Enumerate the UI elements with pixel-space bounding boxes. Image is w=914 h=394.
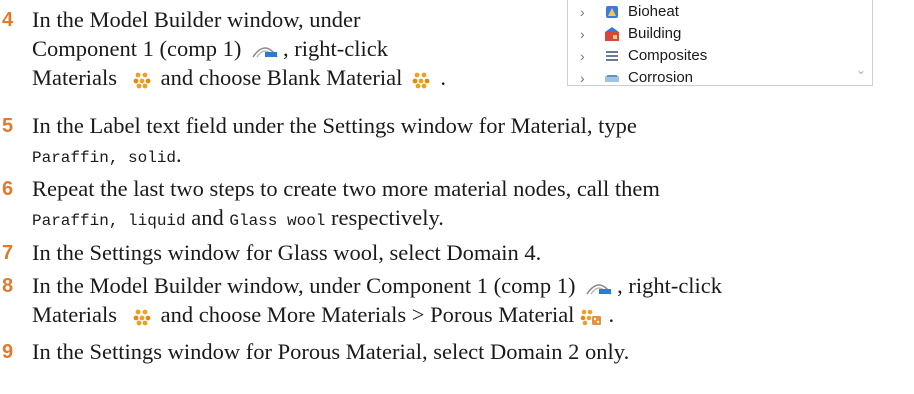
- materials-icon: [133, 309, 150, 326]
- composites-icon: [606, 51, 618, 61]
- step-text-line: Materials and choose More Materials > Po…: [32, 300, 722, 329]
- chevron-right-icon[interactable]: ›: [580, 45, 585, 67]
- step-text: .: [608, 302, 615, 327]
- step-text-line: Paraffin, liquid and Glass wool respecti…: [32, 203, 660, 232]
- tree-item-label: Composites: [628, 47, 708, 64]
- porous-material-icon: [581, 309, 602, 326]
- component-icon: [252, 47, 278, 58]
- tree-item-bioheat[interactable]: › Bioheat: [568, 1, 872, 23]
- step-text: and: [185, 205, 230, 230]
- step-text-line: In the Model Builder window, under Compo…: [32, 271, 722, 300]
- step-text: and choose More Materials > Porous Mater…: [160, 302, 575, 327]
- chevron-right-icon[interactable]: ›: [580, 23, 585, 45]
- step-number: 9: [2, 341, 14, 363]
- step-text-line: Component 1 (comp 1) , right-click: [32, 34, 446, 63]
- step-text: .: [176, 142, 182, 167]
- step-number: 4: [2, 9, 14, 31]
- step-text: In the Settings window for Glass wool, s…: [32, 240, 542, 265]
- step-text: and choose Blank Material: [160, 65, 403, 90]
- blank-material-icon: [413, 72, 430, 89]
- step-text: Materials: [32, 65, 117, 90]
- step-text: In the Model Builder window, under: [32, 7, 361, 32]
- step-text: Materials: [32, 302, 117, 327]
- corrosion-icon: [605, 75, 619, 82]
- step-text: , right-click: [617, 273, 723, 298]
- tree-item-building[interactable]: › Building: [568, 23, 872, 45]
- component-icon: [586, 284, 612, 295]
- chevron-right-icon[interactable]: ›: [580, 67, 585, 85]
- step-text: In the Settings window for Porous Materi…: [32, 339, 630, 364]
- code-text: Paraffin, liquid: [32, 212, 186, 230]
- step-text: , right-click: [282, 36, 388, 61]
- material-library-tree[interactable]: › Bioheat › Building › Composites › Corr…: [567, 0, 873, 86]
- tree-item-composites[interactable]: › Composites: [568, 45, 872, 67]
- step-number: 7: [2, 242, 14, 264]
- building-icon: [605, 27, 619, 41]
- step-number: 6: [2, 178, 14, 200]
- chevron-right-icon[interactable]: ›: [580, 1, 585, 23]
- tree-item-label: Bioheat: [628, 3, 679, 20]
- step-text: Repeat the last two steps to create two …: [32, 176, 660, 201]
- scroll-down-arrow-icon[interactable]: ⌄: [856, 63, 866, 77]
- step-text: .: [440, 65, 447, 90]
- step-text-line: Materials and choose Blank Material .: [32, 63, 446, 92]
- tree-item-label: Corrosion: [628, 69, 694, 86]
- code-text: Glass wool: [229, 212, 326, 230]
- step-text: In the Model Builder window, under Compo…: [32, 273, 576, 298]
- tree-item-label: Building: [628, 25, 682, 42]
- step-number: 5: [2, 115, 14, 137]
- bioheat-icon: [606, 6, 618, 18]
- step-text: respectively.: [325, 205, 444, 230]
- step-number: 8: [2, 275, 14, 297]
- materials-icon: [133, 72, 150, 89]
- step-text: Component 1 (comp 1): [32, 36, 242, 61]
- code-text: Paraffin, solid: [32, 149, 177, 167]
- tree-item-corrosion[interactable]: › Corrosion: [568, 67, 872, 86]
- step-text: In the Label text field under the Settin…: [32, 113, 637, 138]
- step-text-line: Paraffin, solid.: [32, 140, 637, 169]
